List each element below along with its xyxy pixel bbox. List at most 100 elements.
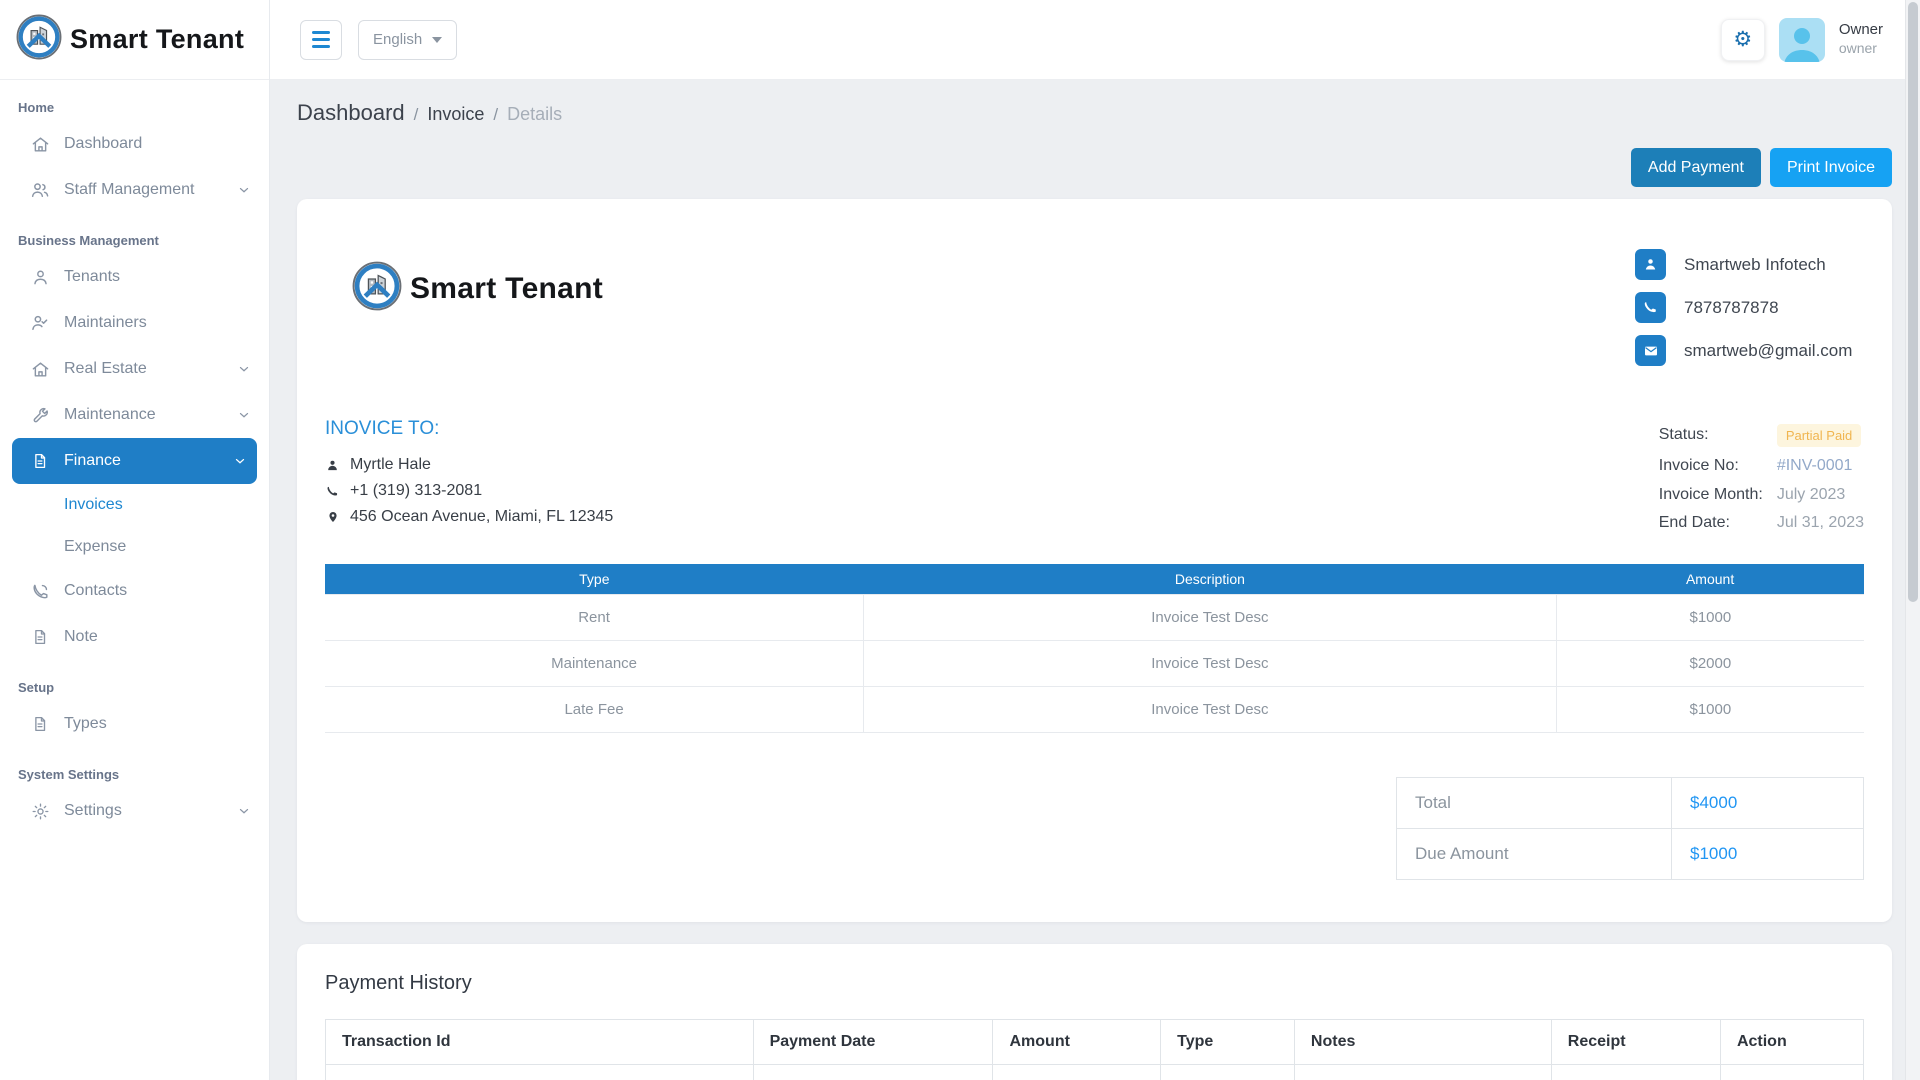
sidebar-item-settings[interactable]: Settings [0, 788, 269, 834]
language-dropdown[interactable]: English [358, 20, 457, 60]
total-label: Total [1397, 778, 1672, 829]
menu-toggle-button[interactable] [300, 20, 342, 60]
sidebar-item-label: Note [64, 628, 98, 646]
sidebar-item-staff-management[interactable]: Staff Management [0, 167, 269, 213]
breadcrumb-invoice[interactable]: Invoice [427, 104, 484, 125]
invoice-no-value: #INV-0001 [1777, 457, 1864, 475]
invoice-totals-table: Total $4000 Due Amount $1000 [1396, 777, 1864, 880]
add-payment-button[interactable]: Add Payment [1631, 148, 1761, 187]
brand[interactable]: Smart Tenant [0, 0, 269, 80]
breadcrumb-details: Details [507, 104, 562, 125]
ph-payment-date: Jul 11, 2023 [753, 1065, 993, 1080]
sidebar-item-label: Real Estate [64, 360, 147, 378]
envelope-icon [1635, 335, 1666, 366]
print-invoice-button[interactable]: Print Invoice [1770, 148, 1892, 187]
ph-header-payment-date: Payment Date [753, 1020, 993, 1065]
ph-header-action: Action [1720, 1020, 1863, 1065]
total-value: $4000 [1672, 778, 1864, 829]
chevron-down-icon [237, 183, 251, 197]
chevron-down-icon [237, 804, 251, 818]
company-phone: 7878787878 [1684, 298, 1864, 318]
bill-to-phone-line: +1 (319) 313-2081 [325, 482, 613, 500]
due-amount-value: $1000 [1672, 829, 1864, 880]
avatar[interactable] [1779, 18, 1825, 62]
status-badge: Partial Paid [1777, 424, 1861, 447]
map-pin-icon [325, 510, 340, 524]
chevron-down-icon [237, 362, 251, 376]
status-label: Status: [1659, 426, 1763, 444]
sidebar-section-business: Business Management [0, 213, 269, 254]
sidebar-item-contacts[interactable]: Contacts [0, 568, 269, 614]
user-name: Owner [1839, 21, 1883, 40]
sidebar-item-real-estate[interactable]: Real Estate [0, 346, 269, 392]
document-icon [30, 714, 50, 734]
bill-to-block: INOVICE TO: Myrtle Hale +1 (319) 313-208… [325, 418, 613, 534]
user-meta[interactable]: Owner owner [1839, 21, 1883, 57]
caret-down-icon [432, 37, 442, 43]
sidebar-subitem-expense[interactable]: Expense [0, 526, 269, 568]
sidebar-item-tenants[interactable]: Tenants [0, 254, 269, 300]
ph-header-receipt: Receipt [1551, 1020, 1720, 1065]
due-amount-row: Due Amount $1000 [1397, 829, 1864, 880]
payment-history-title: Payment History [325, 972, 1864, 995]
bill-to-name-line: Myrtle Hale [325, 456, 613, 474]
topbar: English ⚙ Owner owner [270, 0, 1905, 80]
sidebar-item-label: Maintainers [64, 314, 147, 332]
sidebar-item-dashboard[interactable]: Dashboard [0, 121, 269, 167]
items-header-type: Type [325, 564, 864, 595]
settings-gear-button[interactable]: ⚙ [1721, 19, 1765, 61]
sidebar-item-types[interactable]: Types [0, 701, 269, 747]
item-amount: $1000 [1556, 595, 1864, 641]
invoice-card: Smart Tenant Smartweb Infotech 787878787… [297, 199, 1892, 922]
sidebar-item-label: Tenants [64, 268, 120, 286]
bill-to-address-line: 456 Ocean Avenue, Miami, FL 12345 [325, 508, 613, 526]
phone-icon [325, 485, 340, 498]
sidebar-item-label: Maintenance [64, 406, 156, 424]
app-root: Smart Tenant Home Dashboard Staff Manage… [0, 0, 1920, 1080]
ph-amount: $2000 [993, 1065, 1161, 1080]
sidebar-item-label: Types [64, 715, 107, 733]
language-dropdown-value: English [373, 31, 422, 48]
ph-header-transaction-id: Transaction Id [326, 1020, 754, 1065]
company-email: smartweb@gmail.com [1684, 341, 1864, 361]
breadcrumb-dashboard[interactable]: Dashboard [297, 100, 405, 126]
chevron-down-icon [237, 408, 251, 422]
item-type: Maintenance [325, 641, 864, 687]
invoice-logo-text: Smart Tenant [410, 272, 603, 306]
items-header-row: Type Description Amount [325, 564, 1864, 595]
item-description: Invoice Test Desc [864, 641, 1557, 687]
item-description: Invoice Test Desc [864, 595, 1557, 641]
page-actions: Add Payment Print Invoice [297, 148, 1892, 187]
page-scrollbar[interactable] [1905, 0, 1920, 1080]
end-date-value: Jul 31, 2023 [1777, 514, 1864, 532]
items-header-amount: Amount [1556, 564, 1864, 595]
person-icon [1635, 249, 1666, 280]
sidebar-item-finance[interactable]: Finance [12, 438, 257, 484]
sidebar-item-note[interactable]: Note [0, 614, 269, 660]
company-name: Smartweb Infotech [1684, 255, 1864, 275]
user-role: owner [1839, 40, 1883, 58]
sidebar-item-label: Dashboard [64, 135, 142, 153]
breadcrumb-separator: / [493, 105, 498, 125]
bill-to-address: 456 Ocean Avenue, Miami, FL 12345 [350, 508, 613, 526]
item-amount: $1000 [1556, 687, 1864, 733]
sidebar-item-maintenance[interactable]: Maintenance [0, 392, 269, 438]
sidebar-item-label: Settings [64, 802, 122, 820]
breadcrumb: Dashboard / Invoice / Details [297, 80, 1892, 126]
person-icon [30, 267, 50, 287]
sidebar-item-label: Staff Management [64, 181, 194, 199]
table-row: 6cc93a540180329bfacf0a890361048b Jul 11,… [326, 1065, 1864, 1080]
item-amount: $2000 [1556, 641, 1864, 687]
sidebar-subitem-invoices[interactable]: Invoices [0, 484, 269, 526]
sidebar-item-maintainers[interactable]: Maintainers [0, 300, 269, 346]
breadcrumb-separator: / [414, 105, 419, 125]
sidebar-section-system: System Settings [0, 747, 269, 788]
bill-to-phone: +1 (319) 313-2081 [350, 482, 482, 500]
scrollbar-thumb[interactable] [1908, 2, 1918, 602]
ph-notes: Invoice Test Payment [1294, 1065, 1551, 1080]
sidebar-item-label: Contacts [64, 582, 127, 600]
person-check-icon [30, 313, 50, 333]
gear-icon [30, 801, 50, 821]
payment-history-table: Transaction Id Payment Date Amount Type … [325, 1019, 1864, 1080]
company-name-line: Smartweb Infotech [1635, 249, 1864, 280]
